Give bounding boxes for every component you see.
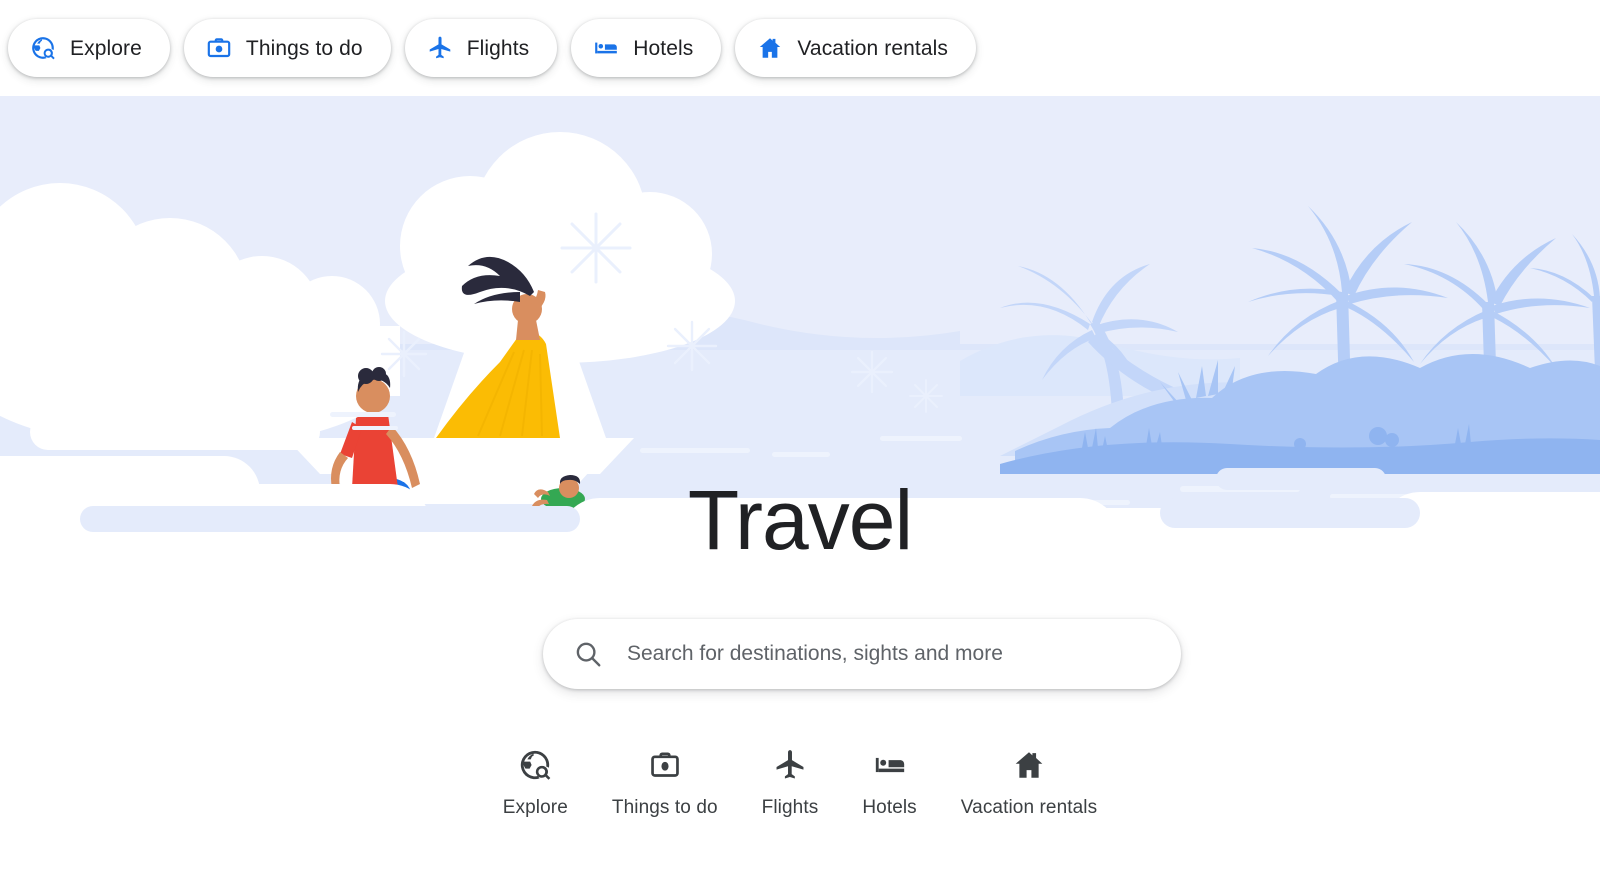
house-icon <box>1012 748 1046 782</box>
nav-item-explore[interactable]: Explore <box>481 748 590 817</box>
page-title: Travel <box>687 473 913 567</box>
nav-item-vacation-rentals[interactable]: Vacation rentals <box>939 748 1119 817</box>
chip-label: Flights <box>466 36 530 60</box>
bed-icon <box>593 35 619 61</box>
chip-label: Explore <box>70 36 142 60</box>
chip-label: Things to do <box>245 36 363 60</box>
nav-item-flights[interactable]: Flights <box>740 748 841 817</box>
chip-explore[interactable]: Explore <box>8 19 170 77</box>
airplane-icon <box>427 35 453 61</box>
camera-icon <box>648 748 682 782</box>
search-bar[interactable] <box>543 619 1181 689</box>
nav-item-label: Hotels <box>862 797 917 818</box>
chip-label: Hotels <box>633 36 694 60</box>
search-icon <box>573 639 603 669</box>
house-icon <box>757 35 783 61</box>
chip-flights[interactable]: Flights <box>404 19 558 77</box>
nav-item-label: Flights <box>761 797 819 818</box>
nav-item-hotels[interactable]: Hotels <box>840 748 938 817</box>
bed-icon <box>873 748 907 782</box>
globe-search-icon <box>30 35 56 61</box>
nav-item-label: Vacation rentals <box>960 797 1098 818</box>
top-chip-bar: Explore Things to do Flights Hotels Vaca… <box>0 0 1600 96</box>
camera-icon <box>206 35 232 61</box>
bottom-navigation: Explore Things to do Flights Hotels Vaca… <box>0 748 1600 817</box>
nav-item-things-to-do[interactable]: Things to do <box>590 748 740 817</box>
airplane-icon <box>773 748 807 782</box>
chip-label: Vacation rentals <box>797 36 949 60</box>
nav-item-label: Explore <box>502 797 568 818</box>
chip-hotels[interactable]: Hotels <box>571 19 722 77</box>
nav-item-label: Things to do <box>611 797 718 818</box>
search-input[interactable] <box>627 634 1167 674</box>
chip-vacation-rentals[interactable]: Vacation rentals <box>735 19 977 77</box>
globe-search-icon <box>518 748 552 782</box>
chip-things-to-do[interactable]: Things to do <box>183 19 391 77</box>
